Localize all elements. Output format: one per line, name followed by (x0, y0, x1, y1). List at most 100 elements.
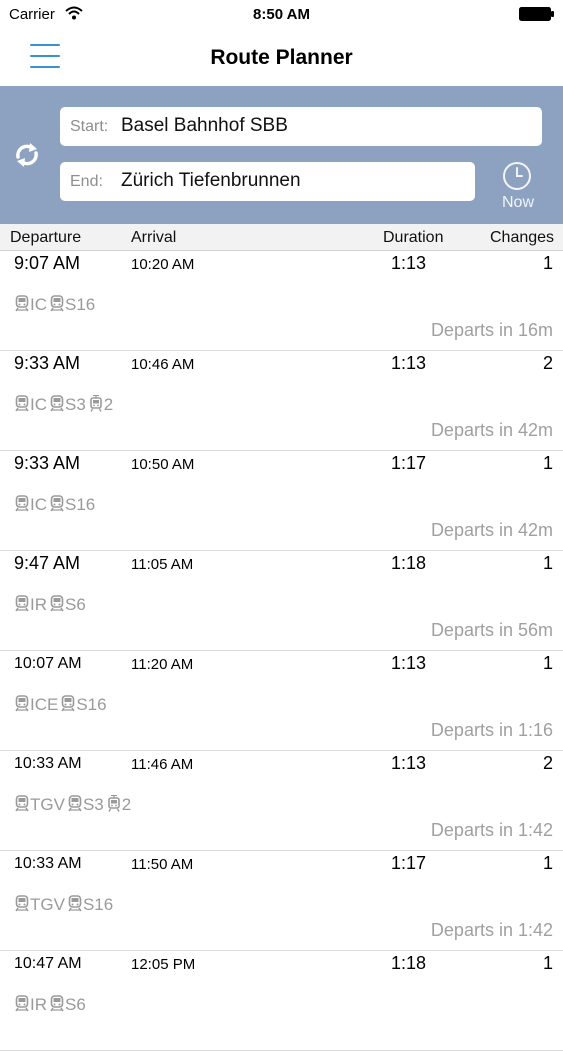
leg: 2 (89, 394, 114, 415)
leg: IC (15, 495, 47, 515)
leg: ICE (15, 695, 58, 715)
connection-row[interactable]: 10:07 AM 11:20 AM 1:13 1 ICE S16 Departs … (0, 651, 563, 751)
leg-label: TGV (30, 795, 65, 814)
changes-count: 1 (542, 953, 553, 973)
arrival-time: 10:46 AM (131, 356, 195, 373)
duration: 1:17 (391, 453, 427, 473)
departure-time: 10:07 AM (14, 655, 82, 672)
end-field[interactable]: End: Zürich Tiefenbrunnen (60, 162, 475, 201)
leg-list: ICE S16 (15, 695, 110, 715)
tram-icon (107, 794, 121, 812)
connection-row[interactable]: 9:47 AM 11:05 AM 1:18 1 IR S6 Departs in … (0, 551, 563, 651)
page-title: Route Planner (210, 46, 353, 69)
departs-in: Departs in 42m (430, 520, 553, 540)
nav-bar: Route Planner (0, 30, 563, 86)
header-changes[interactable]: Changes (490, 229, 554, 247)
departure-time: 10:47 AM (14, 955, 82, 972)
train-icon (15, 495, 29, 512)
leg-label: IC (30, 295, 47, 314)
start-label: Start: (70, 118, 109, 135)
connection-row[interactable]: 9:07 AM 10:20 AM 1:13 1 IC S16 Departs in… (0, 251, 563, 351)
leg: IR (15, 595, 47, 615)
leg-label: S16 (65, 295, 96, 314)
leg-label: IC (30, 395, 47, 414)
battery-icon (519, 7, 554, 21)
departure-time: 9:33 AM (14, 353, 81, 373)
departure-time: 9:47 AM (14, 553, 81, 573)
leg-label: IR (30, 995, 47, 1014)
leg-label: TGV (30, 895, 65, 914)
leg-label: S3 (82, 795, 104, 814)
departs-in: Departs in 42m (430, 420, 553, 440)
changes-count: 1 (542, 253, 553, 273)
connection-row[interactable]: 10:33 AM 11:46 AM 1:13 2 TGV S3 2 Departs … (0, 751, 563, 851)
end-label: End: (70, 173, 103, 190)
leg-label: 2 (121, 795, 132, 814)
train-icon (68, 895, 82, 912)
leg-list: TGV S16 (15, 895, 116, 915)
leg: S6 (50, 595, 86, 615)
leg-list: IC S3 2 (15, 394, 116, 415)
arrival-time: 10:20 AM (131, 256, 195, 273)
train-icon (15, 795, 29, 812)
header-departure[interactable]: Departure (10, 229, 81, 247)
leg-list: IR S6 (15, 995, 89, 1015)
changes-count: 1 (542, 653, 553, 673)
duration: 1:17 (391, 853, 427, 873)
duration: 1:13 (391, 253, 427, 273)
connection-row[interactable]: 10:47 AM 12:05 PM 1:18 1 IR S6 (0, 951, 563, 1051)
connection-row[interactable]: 10:33 AM 11:50 AM 1:17 1 TGV S16 Departs … (0, 851, 563, 951)
tram-icon (89, 394, 103, 412)
leg-label: IR (30, 595, 47, 614)
duration: 1:18 (391, 553, 427, 573)
arrival-time: 12:05 PM (131, 956, 196, 973)
departure-time: 10:33 AM (14, 755, 82, 772)
start-field[interactable]: Start: Basel Bahnhof SBB (60, 107, 542, 146)
arrival-time: 10:50 AM (131, 456, 195, 473)
leg-label: 2 (103, 395, 114, 414)
leg: S16 (68, 895, 113, 915)
leg-label: IC (30, 495, 47, 514)
leg: IC (15, 395, 47, 415)
train-icon (50, 995, 64, 1012)
swap-direction-icon[interactable] (12, 140, 42, 170)
leg: TGV (15, 795, 65, 815)
arrival-time: 11:50 AM (131, 856, 194, 873)
leg-label: S6 (65, 995, 86, 1014)
header-arrival[interactable]: Arrival (131, 229, 176, 247)
changes-count: 1 (542, 553, 553, 573)
leg: S16 (50, 295, 95, 315)
train-icon (50, 495, 64, 512)
changes-count: 1 (542, 453, 553, 473)
duration: 1:13 (391, 753, 427, 773)
leg-list: IC S16 (15, 295, 98, 315)
changes-count: 2 (542, 353, 553, 373)
leg: S3 (50, 395, 86, 415)
leg-list: TGV S3 2 (15, 794, 134, 815)
clock-icon (503, 162, 531, 190)
start-input[interactable]: Basel Bahnhof SBB (121, 115, 288, 137)
train-icon (61, 695, 75, 712)
train-icon (15, 395, 29, 412)
duration: 1:13 (391, 653, 427, 673)
leg-label: S16 (65, 495, 96, 514)
leg: IC (15, 295, 47, 315)
header-duration[interactable]: Duration (383, 229, 443, 247)
now-button[interactable]: Now (494, 158, 542, 214)
leg-label: S3 (65, 395, 86, 414)
train-icon (50, 595, 64, 612)
leg-label: ICE (30, 695, 59, 714)
connection-list: 9:07 AM 10:20 AM 1:13 1 IC S16 Departs in… (0, 251, 563, 1051)
train-icon (15, 295, 29, 312)
connection-row[interactable]: 9:33 AM 10:50 AM 1:17 1 IC S16 Departs in… (0, 451, 563, 551)
leg: 2 (107, 794, 132, 815)
connection-row[interactable]: 9:33 AM 10:46 AM 1:13 2 IC S3 2 Departs in… (0, 351, 563, 451)
train-icon (68, 795, 82, 812)
departs-in: Departs in 56m (430, 620, 553, 640)
departs-in: Departs in 1:42 (430, 920, 553, 940)
train-icon (50, 295, 64, 312)
changes-count: 1 (542, 853, 553, 873)
leg: S16 (61, 695, 107, 715)
end-input[interactable]: Zürich Tiefenbrunnen (121, 170, 301, 192)
departure-time: 10:33 AM (14, 855, 82, 872)
